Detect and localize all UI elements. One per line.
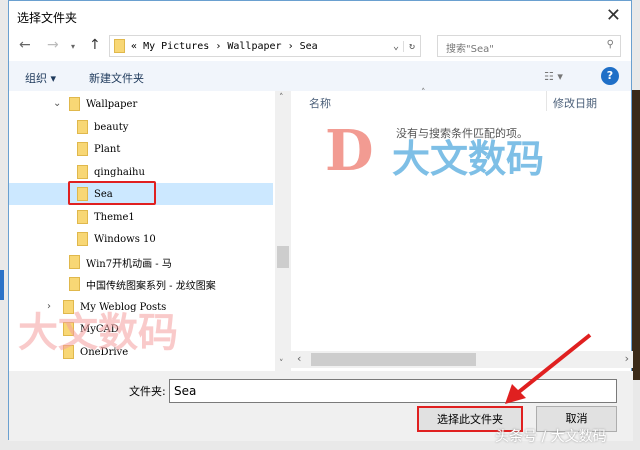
annotation-arrow [505,333,592,404]
